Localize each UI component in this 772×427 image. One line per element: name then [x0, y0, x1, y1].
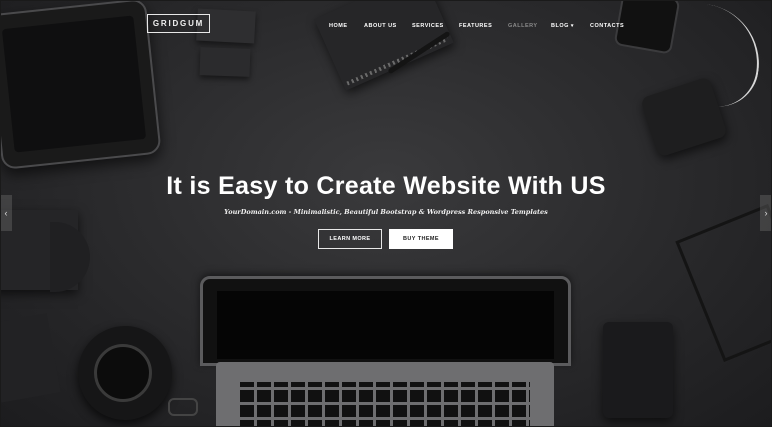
chevron-left-icon: ‹ [4, 208, 8, 218]
nav-item-home[interactable]: HOME [329, 20, 348, 32]
hero-section: GRIDGUM HOME ABOUT US SERVICES FEATURES … [0, 0, 772, 427]
paper-clips-image [168, 398, 198, 416]
slider-next-button[interactable]: › [760, 195, 772, 231]
learn-more-button[interactable]: LEARN MORE [318, 229, 382, 249]
buy-theme-button[interactable]: BUY THEME [389, 229, 453, 249]
nav-item-features[interactable]: FEATURES [459, 20, 492, 32]
nav-item-gallery[interactable]: GALLERY [508, 20, 538, 32]
business-card-image [199, 47, 251, 77]
coffee-cup-image [78, 326, 172, 420]
nav-item-blog-label: BLOG [551, 23, 569, 29]
hero-subtitle: YourDomain.com - Minimalistic, Beautiful… [224, 208, 548, 216]
nav-item-services[interactable]: SERVICES [412, 20, 444, 32]
laptop-keyboard-image [216, 362, 554, 427]
slider-prev-button[interactable]: ‹ [0, 195, 12, 231]
chevron-right-icon: › [764, 208, 768, 218]
hero-title: It is Easy to Create Website With US [166, 172, 606, 200]
main-nav: HOME ABOUT US SERVICES FEATURES GALLERY … [0, 20, 772, 32]
notebook-image [603, 322, 673, 418]
nav-item-contacts[interactable]: CONTACTS [590, 20, 624, 32]
book-image [0, 313, 61, 403]
disc-image [50, 222, 90, 292]
laptop-screen-image [200, 276, 571, 366]
chevron-down-icon: ▾ [570, 23, 574, 29]
nav-item-about-us[interactable]: ABOUT US [364, 20, 397, 32]
frame-image [675, 204, 772, 362]
nav-item-blog[interactable]: BLOG ▾ [551, 20, 574, 32]
